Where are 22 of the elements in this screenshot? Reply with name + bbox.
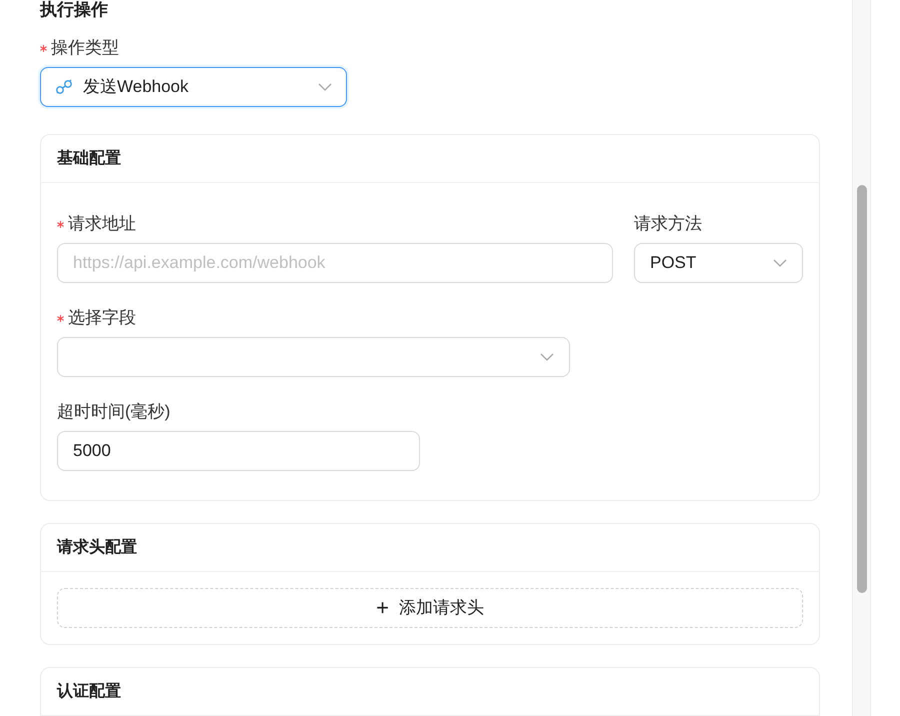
card-title: 认证配置 <box>57 682 121 702</box>
link-icon <box>55 79 73 95</box>
add-header-button[interactable]: + 添加请求头 <box>57 588 803 628</box>
section-title: 执行操作 <box>40 0 109 20</box>
chevron-down-icon <box>540 353 554 361</box>
timeout-input[interactable]: 5000 <box>57 431 420 471</box>
card-title: 基础配置 <box>57 148 121 168</box>
field-label: 超时时间(毫秒) <box>57 401 170 424</box>
chevron-down-icon <box>773 259 787 267</box>
field-select[interactable] <box>57 337 570 377</box>
field-label: 请求方法 <box>634 213 702 236</box>
method-select[interactable]: POST <box>634 243 803 283</box>
field-label: 操作类型 <box>51 37 119 60</box>
select-value: POST <box>650 252 696 274</box>
url-input[interactable]: https://api.example.com/webhook <box>57 243 613 283</box>
field-label: 选择字段 <box>68 307 136 330</box>
scrollbar-thumb[interactable] <box>857 185 867 593</box>
select-value: 发送Webhook <box>83 76 190 98</box>
chevron-down-icon <box>318 83 332 91</box>
field-label: 请求地址 <box>68 213 136 236</box>
card-title: 请求头配置 <box>57 538 137 558</box>
action-type-select[interactable]: 发送Webhook <box>40 67 347 107</box>
